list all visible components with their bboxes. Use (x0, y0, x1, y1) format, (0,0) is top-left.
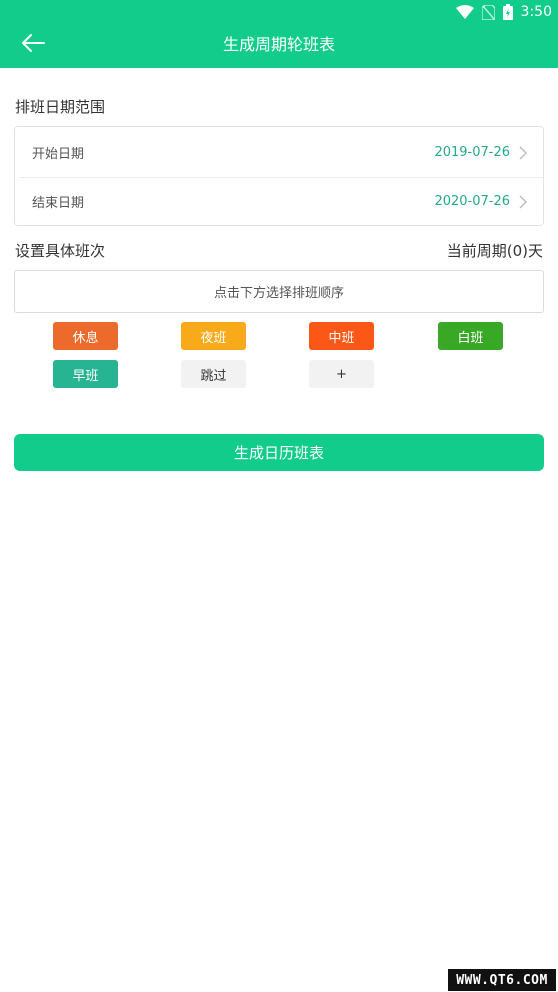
shift-chip-skip[interactable]: 跳过 (181, 360, 246, 388)
start-date-row[interactable]: 开始日期 2019-07-26 (15, 128, 543, 177)
no-sim-icon (481, 4, 495, 20)
add-shift-button[interactable]: + (309, 360, 374, 388)
shift-order-placeholder: 点击下方选择排班顺序 (213, 286, 344, 301)
app-header: 3:50 生成周期轮班表 (0, 0, 558, 68)
start-date-label: 开始日期 (32, 147, 85, 162)
end-date-row[interactable]: 结束日期 2020-07-26 (15, 177, 543, 226)
status-time: 3:50 (520, 4, 552, 20)
date-range-title: 排班日期范围 (15, 98, 106, 116)
current-cycle-text: 当前周期(0)天 (446, 242, 543, 260)
shift-chip-morning[interactable]: 早班 (53, 360, 118, 388)
chevron-right-icon (519, 145, 527, 164)
shift-chip-night[interactable]: 夜班 (181, 322, 246, 350)
start-date-value: 2019-07-26 (434, 145, 510, 160)
page-title: 生成周期轮班表 (222, 35, 335, 54)
generate-calendar-button[interactable]: 生成日历班表 (14, 434, 544, 471)
chevron-right-icon (519, 194, 527, 213)
shift-setup-title: 设置具体班次 (15, 242, 106, 260)
shift-order-box[interactable]: 点击下方选择排班顺序 (14, 270, 544, 313)
watermark: WWW.QT6.COM (448, 969, 556, 991)
end-date-value: 2020-07-26 (434, 194, 510, 209)
shift-chip-rest[interactable]: 休息 (53, 322, 118, 350)
shift-chip-middle[interactable]: 中班 (309, 322, 374, 350)
end-date-label: 结束日期 (32, 196, 85, 211)
battery-charging-icon (502, 4, 513, 20)
status-bar: 3:50 (455, 2, 552, 22)
wifi-icon (455, 5, 474, 19)
date-range-card: 开始日期 2019-07-26 结束日期 2020-07-26 (14, 126, 544, 226)
shift-chip-day[interactable]: 白班 (438, 322, 503, 350)
